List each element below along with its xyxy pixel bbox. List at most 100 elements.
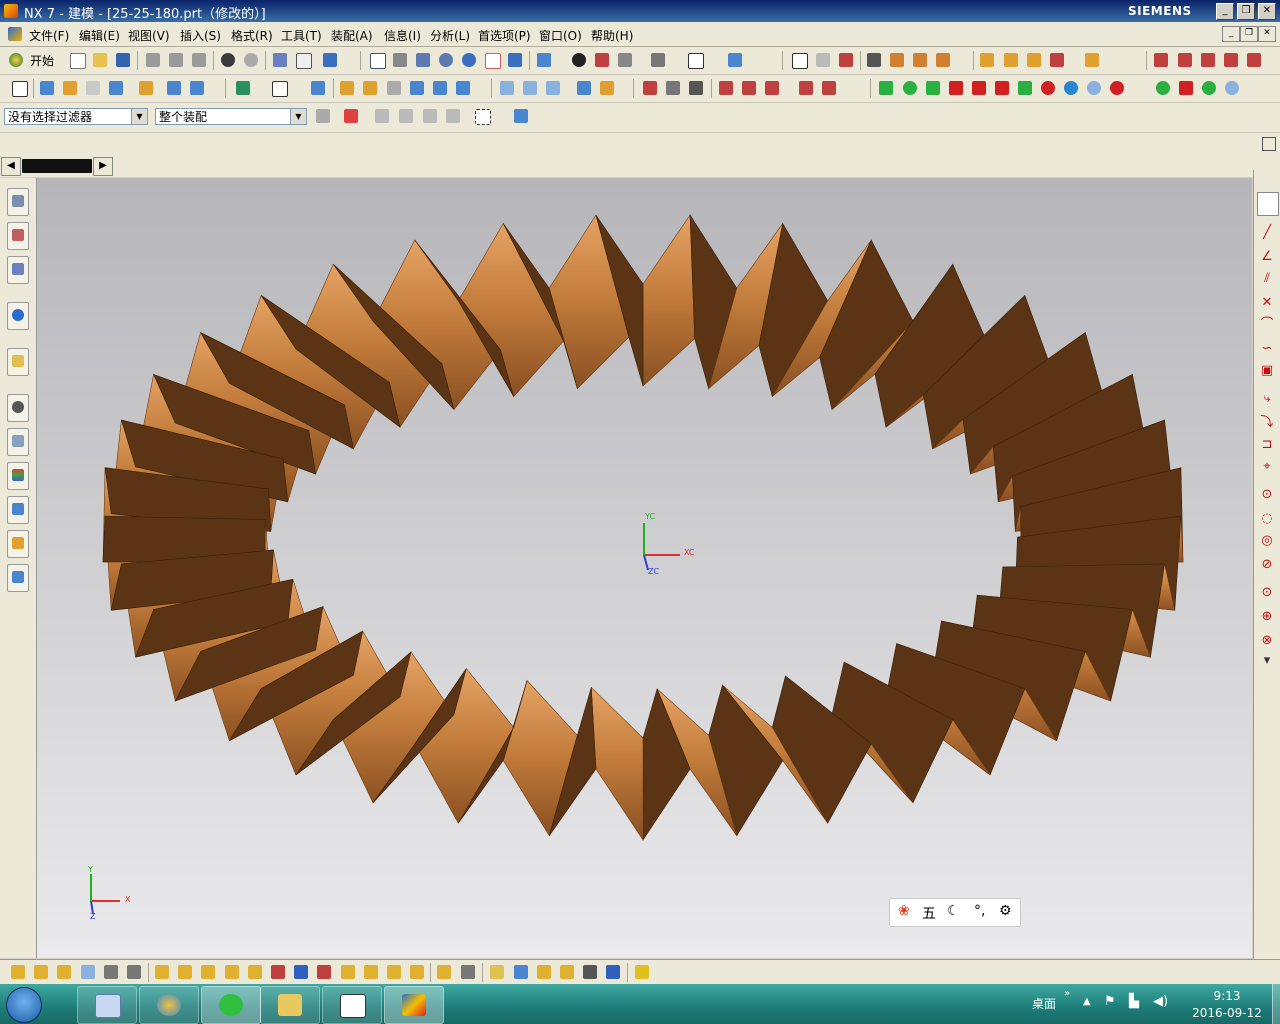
taskbar-360[interactable] bbox=[201, 986, 261, 1024]
sketch-finish-icon[interactable] bbox=[1257, 192, 1279, 216]
revolve-icon[interactable] bbox=[63, 81, 77, 95]
split-body-icon[interactable] bbox=[523, 81, 537, 95]
assembly-constraint-icon[interactable] bbox=[11, 965, 25, 979]
palette-icon[interactable] bbox=[7, 462, 29, 490]
render-style-icon[interactable] bbox=[572, 53, 586, 67]
line-icon[interactable] bbox=[1178, 53, 1192, 67]
filter-settings-icon[interactable] bbox=[316, 109, 330, 123]
add-component-icon[interactable] bbox=[1004, 53, 1018, 67]
gear-model[interactable]: XC YC ZC X Y Z bbox=[37, 178, 1252, 958]
snap-point-on-curve-icon[interactable] bbox=[1041, 81, 1055, 95]
gear-icon[interactable]: ⚙ bbox=[999, 903, 1012, 919]
roles-icon[interactable] bbox=[7, 530, 29, 558]
report-icon[interactable] bbox=[606, 965, 620, 979]
minimize-button[interactable]: _ bbox=[1216, 3, 1234, 20]
subtract-icon[interactable] bbox=[272, 81, 288, 97]
more-icon[interactable]: ▾ bbox=[1260, 654, 1274, 668]
gear-tooth-flank[interactable] bbox=[590, 686, 644, 841]
zoom-icon[interactable] bbox=[416, 53, 430, 67]
spline-icon[interactable] bbox=[1224, 53, 1238, 67]
replace-component-icon[interactable] bbox=[560, 965, 574, 979]
command-finder-icon[interactable] bbox=[323, 53, 337, 67]
gear-tooth-shadow-flank[interactable] bbox=[642, 687, 691, 841]
exploded-view-icon[interactable] bbox=[410, 965, 424, 979]
move-face-icon[interactable] bbox=[742, 81, 756, 95]
curve-trim-icon[interactable]: ⤷ bbox=[1260, 392, 1274, 406]
distance-icon[interactable] bbox=[178, 965, 192, 979]
selection-scope-dropdown[interactable]: 整个装配 ▼ bbox=[155, 108, 307, 125]
select-edge-icon[interactable] bbox=[446, 109, 460, 123]
menu-file[interactable]: 文件(F) bbox=[29, 27, 69, 44]
pattern-component-icon[interactable] bbox=[341, 965, 355, 979]
show-hide-icon[interactable] bbox=[728, 53, 742, 67]
moon-icon[interactable]: ☾ bbox=[947, 903, 960, 919]
mate-icon[interactable] bbox=[1050, 53, 1064, 67]
arc-icon[interactable] bbox=[1201, 53, 1215, 67]
angle-icon[interactable] bbox=[81, 965, 95, 979]
cylinder-icon[interactable] bbox=[190, 81, 204, 95]
snap-pole-icon[interactable] bbox=[1179, 81, 1193, 95]
perpendicular-icon[interactable] bbox=[127, 965, 141, 979]
show-hidden-icons[interactable]: ▲ bbox=[1083, 996, 1091, 1007]
snap-existing-icon[interactable] bbox=[879, 81, 893, 95]
wave-icon[interactable] bbox=[387, 965, 401, 979]
snap-control-icon[interactable] bbox=[949, 81, 963, 95]
fit-constraint-icon[interactable] bbox=[271, 965, 285, 979]
redo-icon[interactable] bbox=[244, 53, 258, 67]
ellipse-icon[interactable]: ⊘ bbox=[1260, 558, 1274, 572]
tool-icon[interactable] bbox=[273, 53, 287, 67]
taskbar-calculator[interactable] bbox=[77, 986, 137, 1024]
background-icon[interactable] bbox=[651, 53, 665, 67]
taskbar-window[interactable] bbox=[322, 986, 382, 1024]
line-tool-icon[interactable]: ╱ bbox=[1260, 226, 1274, 240]
snap-point-icon[interactable] bbox=[792, 53, 808, 69]
pull-face-icon[interactable] bbox=[765, 81, 779, 95]
snap-mid-icon[interactable] bbox=[839, 53, 853, 67]
system-scene-icon[interactable] bbox=[7, 564, 29, 592]
snap-center-icon[interactable] bbox=[903, 81, 917, 95]
blank-icon[interactable] bbox=[688, 53, 704, 69]
sketch-icon[interactable] bbox=[643, 81, 657, 95]
measure-body-icon[interactable] bbox=[936, 53, 950, 67]
fillet-icon[interactable]: ∽ bbox=[1260, 342, 1274, 356]
zoom-window-icon[interactable] bbox=[393, 53, 407, 67]
gear-tooth-flank[interactable] bbox=[548, 214, 630, 390]
system-materials-icon[interactable] bbox=[7, 428, 29, 456]
unite-icon[interactable] bbox=[236, 81, 250, 95]
copy-layout-icon[interactable] bbox=[296, 53, 312, 69]
ime-mode[interactable]: 五 bbox=[922, 903, 936, 923]
edge-blend-icon[interactable] bbox=[340, 81, 354, 95]
menu-assembly[interactable]: 装配(A) bbox=[331, 27, 373, 44]
snap-bounded-icon[interactable] bbox=[1110, 81, 1124, 95]
snap-intersection-icon[interactable] bbox=[972, 81, 986, 95]
arc-tool-icon[interactable]: ⌒ bbox=[1260, 318, 1274, 332]
new-component-icon[interactable] bbox=[1027, 53, 1041, 67]
parallel-icon[interactable]: ⫽ bbox=[1260, 272, 1274, 286]
parallel-constraint-icon[interactable] bbox=[104, 965, 118, 979]
windows-start-icon[interactable] bbox=[6, 987, 42, 1023]
history-icon[interactable] bbox=[7, 394, 29, 422]
circle-tangent-icon[interactable]: ◎ bbox=[1260, 534, 1274, 548]
scale-icon[interactable] bbox=[600, 81, 614, 95]
paste-icon[interactable] bbox=[192, 53, 206, 67]
snap-all-icon[interactable] bbox=[1202, 81, 1216, 95]
part-navigator-tab-icon[interactable] bbox=[7, 256, 29, 284]
mirror-icon[interactable] bbox=[456, 81, 470, 95]
close-button[interactable]: ✕ bbox=[1258, 3, 1276, 20]
snap-reset-icon[interactable] bbox=[1225, 81, 1239, 95]
wireframe-icon[interactable] bbox=[618, 53, 632, 67]
selection-filter-dropdown[interactable]: 没有选择过滤器 ▼ bbox=[4, 108, 148, 125]
sync-icon[interactable] bbox=[719, 81, 733, 95]
view-orient-icon[interactable] bbox=[537, 53, 551, 67]
web-browser-icon[interactable] bbox=[7, 348, 29, 376]
ime-toolbar[interactable]: ❀ 五 ☾ °, ⚙ bbox=[889, 898, 1021, 927]
undo-icon[interactable] bbox=[221, 53, 235, 67]
select-undo-icon[interactable] bbox=[375, 109, 389, 123]
sweep-icon[interactable] bbox=[86, 81, 100, 95]
menu-analysis[interactable]: 分析(L) bbox=[430, 27, 470, 44]
shell-icon[interactable] bbox=[387, 81, 401, 95]
fix-icon[interactable] bbox=[34, 965, 48, 979]
gear-tooth-flank[interactable] bbox=[502, 679, 578, 837]
scroll-left-button[interactable]: ◀ bbox=[1, 157, 21, 176]
start-button[interactable]: 开始 bbox=[30, 52, 54, 69]
